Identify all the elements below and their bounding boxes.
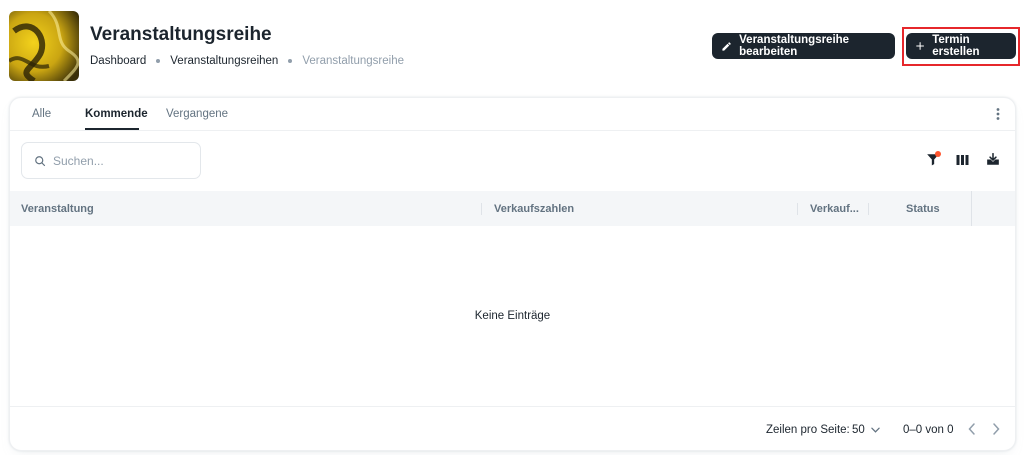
chevron-left-icon[interactable] (968, 423, 976, 435)
breadcrumb-separator (288, 59, 293, 63)
rows-per-page-value: 50 (852, 424, 865, 436)
breadcrumb-event-series-list[interactable]: Veranstaltungsreihen (170, 55, 278, 67)
page-title: Veranstaltungsreihe (90, 24, 272, 45)
filter-button[interactable] (926, 151, 941, 171)
columns-button[interactable] (956, 153, 969, 171)
filter-active-badge (935, 151, 941, 157)
column-header-event[interactable]: Veranstaltung (21, 203, 94, 215)
breadcrumb-current: Veranstaltungsreihe (302, 55, 404, 67)
column-header-sales[interactable]: Verkaufszahlen (494, 203, 574, 215)
breadcrumb-dashboard[interactable]: Dashboard (90, 55, 146, 67)
events-table-card: Alle Kommende Vergangene Suchen... Veran… (9, 97, 1016, 451)
tab-past[interactable]: Vergangene (166, 108, 228, 120)
pencil-icon (722, 41, 731, 51)
column-divider (971, 191, 972, 226)
export-button[interactable] (986, 152, 1000, 171)
search-icon (35, 155, 46, 166)
column-divider (868, 203, 869, 215)
event-series-image (9, 11, 79, 81)
column-header-sale-period[interactable]: Verkauf... (810, 203, 859, 215)
columns-icon (956, 155, 969, 165)
tabs-bar: Alle Kommende Vergangene (10, 98, 1015, 131)
tab-upcoming[interactable]: Kommende (85, 108, 148, 120)
rows-per-page-label: Zeilen pro Seite: (766, 424, 850, 436)
table-header: Veranstaltung Verkaufszahlen Verkauf... … (10, 191, 1015, 226)
active-tab-indicator (85, 128, 139, 130)
search-box[interactable] (21, 142, 201, 179)
pagination-bar: Zeilen pro Seite: 50 0–0 von 0 (10, 406, 1015, 450)
search-input[interactable] (53, 153, 183, 168)
rows-per-page-select[interactable]: 50 (852, 424, 880, 436)
tab-all[interactable]: Alle (32, 108, 51, 120)
export-icon (987, 152, 999, 165)
breadcrumb-separator (156, 59, 161, 63)
empty-state-text: Keine Einträge (474, 310, 551, 322)
chevron-down-icon (871, 427, 880, 433)
column-divider (797, 203, 798, 215)
chevron-right-icon[interactable] (992, 423, 1000, 435)
column-header-status[interactable]: Status (906, 203, 940, 215)
edit-event-series-button[interactable]: Veranstaltungsreihe bearbeiten (712, 33, 895, 59)
column-divider (481, 203, 482, 215)
edit-event-series-label: Veranstaltungsreihe bearbeiten (739, 34, 850, 58)
pagination-range: 0–0 von 0 (903, 424, 954, 436)
more-vertical-icon[interactable] (993, 107, 1003, 121)
highlight-box (902, 27, 1020, 66)
breadcrumb: Dashboard Veranstaltungsreihen Veranstal… (90, 55, 404, 67)
